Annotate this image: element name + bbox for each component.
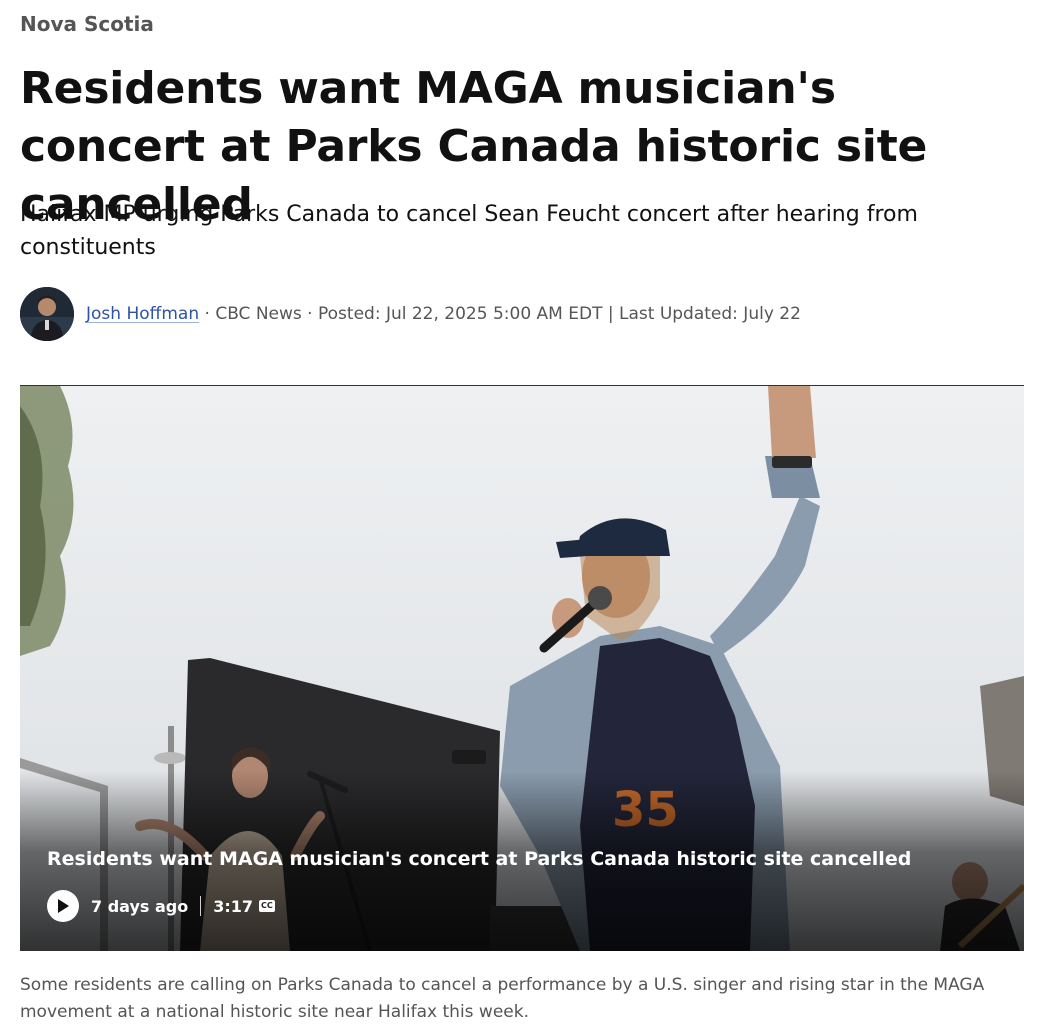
meta-separator — [200, 896, 202, 916]
video-title[interactable]: Residents want MAGA musician's concert a… — [47, 848, 1007, 870]
video-meta: 7 days ago 3:17 CC — [47, 889, 275, 923]
byline: Josh Hoffman · CBC News · Posted: Jul 22… — [20, 286, 801, 342]
section-label[interactable]: Nova Scotia — [20, 12, 154, 36]
article-deck: Halifax MP urging Parks Canada to cancel… — [20, 202, 918, 260]
closed-captions-icon: CC — [259, 900, 275, 912]
author-avatar[interactable] — [20, 287, 74, 341]
byline-separator: · — [199, 304, 216, 324]
play-icon — [58, 899, 69, 913]
video-duration: 3:17 — [213, 896, 254, 916]
video-age: 7 days ago — [91, 896, 189, 916]
byline-outlet: CBC News — [215, 304, 302, 324]
byline-text: Josh Hoffman · CBC News · Posted: Jul 22… — [86, 304, 801, 324]
video-player[interactable]: 35 Residents want MAGA musician's concer… — [20, 386, 1024, 951]
video-caption: Some residents are calling on Parks Cana… — [20, 975, 985, 1022]
article-page: Nova Scotia Residents want MAGA musician… — [0, 0, 1058, 1036]
byline-posted: Posted: Jul 22, 2025 5:00 AM EDT | Last … — [318, 304, 801, 324]
play-button[interactable] — [47, 890, 79, 922]
byline-separator: · — [301, 304, 318, 324]
author-link[interactable]: Josh Hoffman — [86, 304, 199, 324]
